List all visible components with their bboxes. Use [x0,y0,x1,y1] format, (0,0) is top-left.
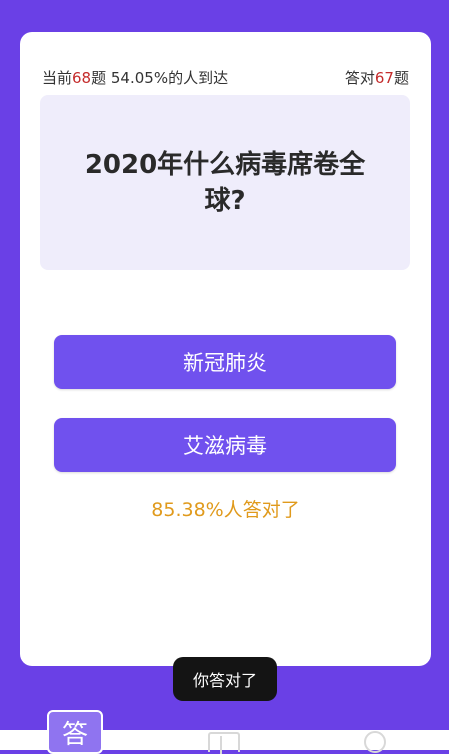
reach-rate-text: 题 54.05%的人到达 [91,68,229,87]
current-prefix: 当前 [42,68,73,87]
option-label: 新冠肺炎 [183,351,267,375]
quiz-card: 当前68题 54.05%的人到达 答对67题 2020年什么病毒席卷全球? 新冠… [20,32,431,666]
correct-prefix: 答对 [344,68,375,87]
progress-stats: 当前68题 54.05%的人到达 答对67题 [42,66,409,88]
current-question-number: 68 [72,68,92,87]
option-label: 艾滋病毒 [183,434,267,458]
correct-rate-text: 85.38%人答对了 [151,499,300,521]
correct-count-info: 答对67题 [345,67,409,88]
current-question-info: 当前68题 54.05%的人到达 [42,67,228,88]
correct-suffix: 题 [393,68,409,87]
option-button-2[interactable]: 艾滋病毒 [54,418,396,472]
answer-icon[interactable]: 答 [47,710,103,754]
book-icon[interactable] [208,732,240,754]
correct-count-number: 67 [374,68,394,87]
answer-tab-label: 答 [61,719,88,750]
question-text: 2020年什么病毒席卷全球? [84,149,366,216]
question-box: 2020年什么病毒席卷全球? [40,95,410,270]
toast-message: 你答对了 [173,657,277,701]
option-button-1[interactable]: 新冠肺炎 [54,335,396,389]
